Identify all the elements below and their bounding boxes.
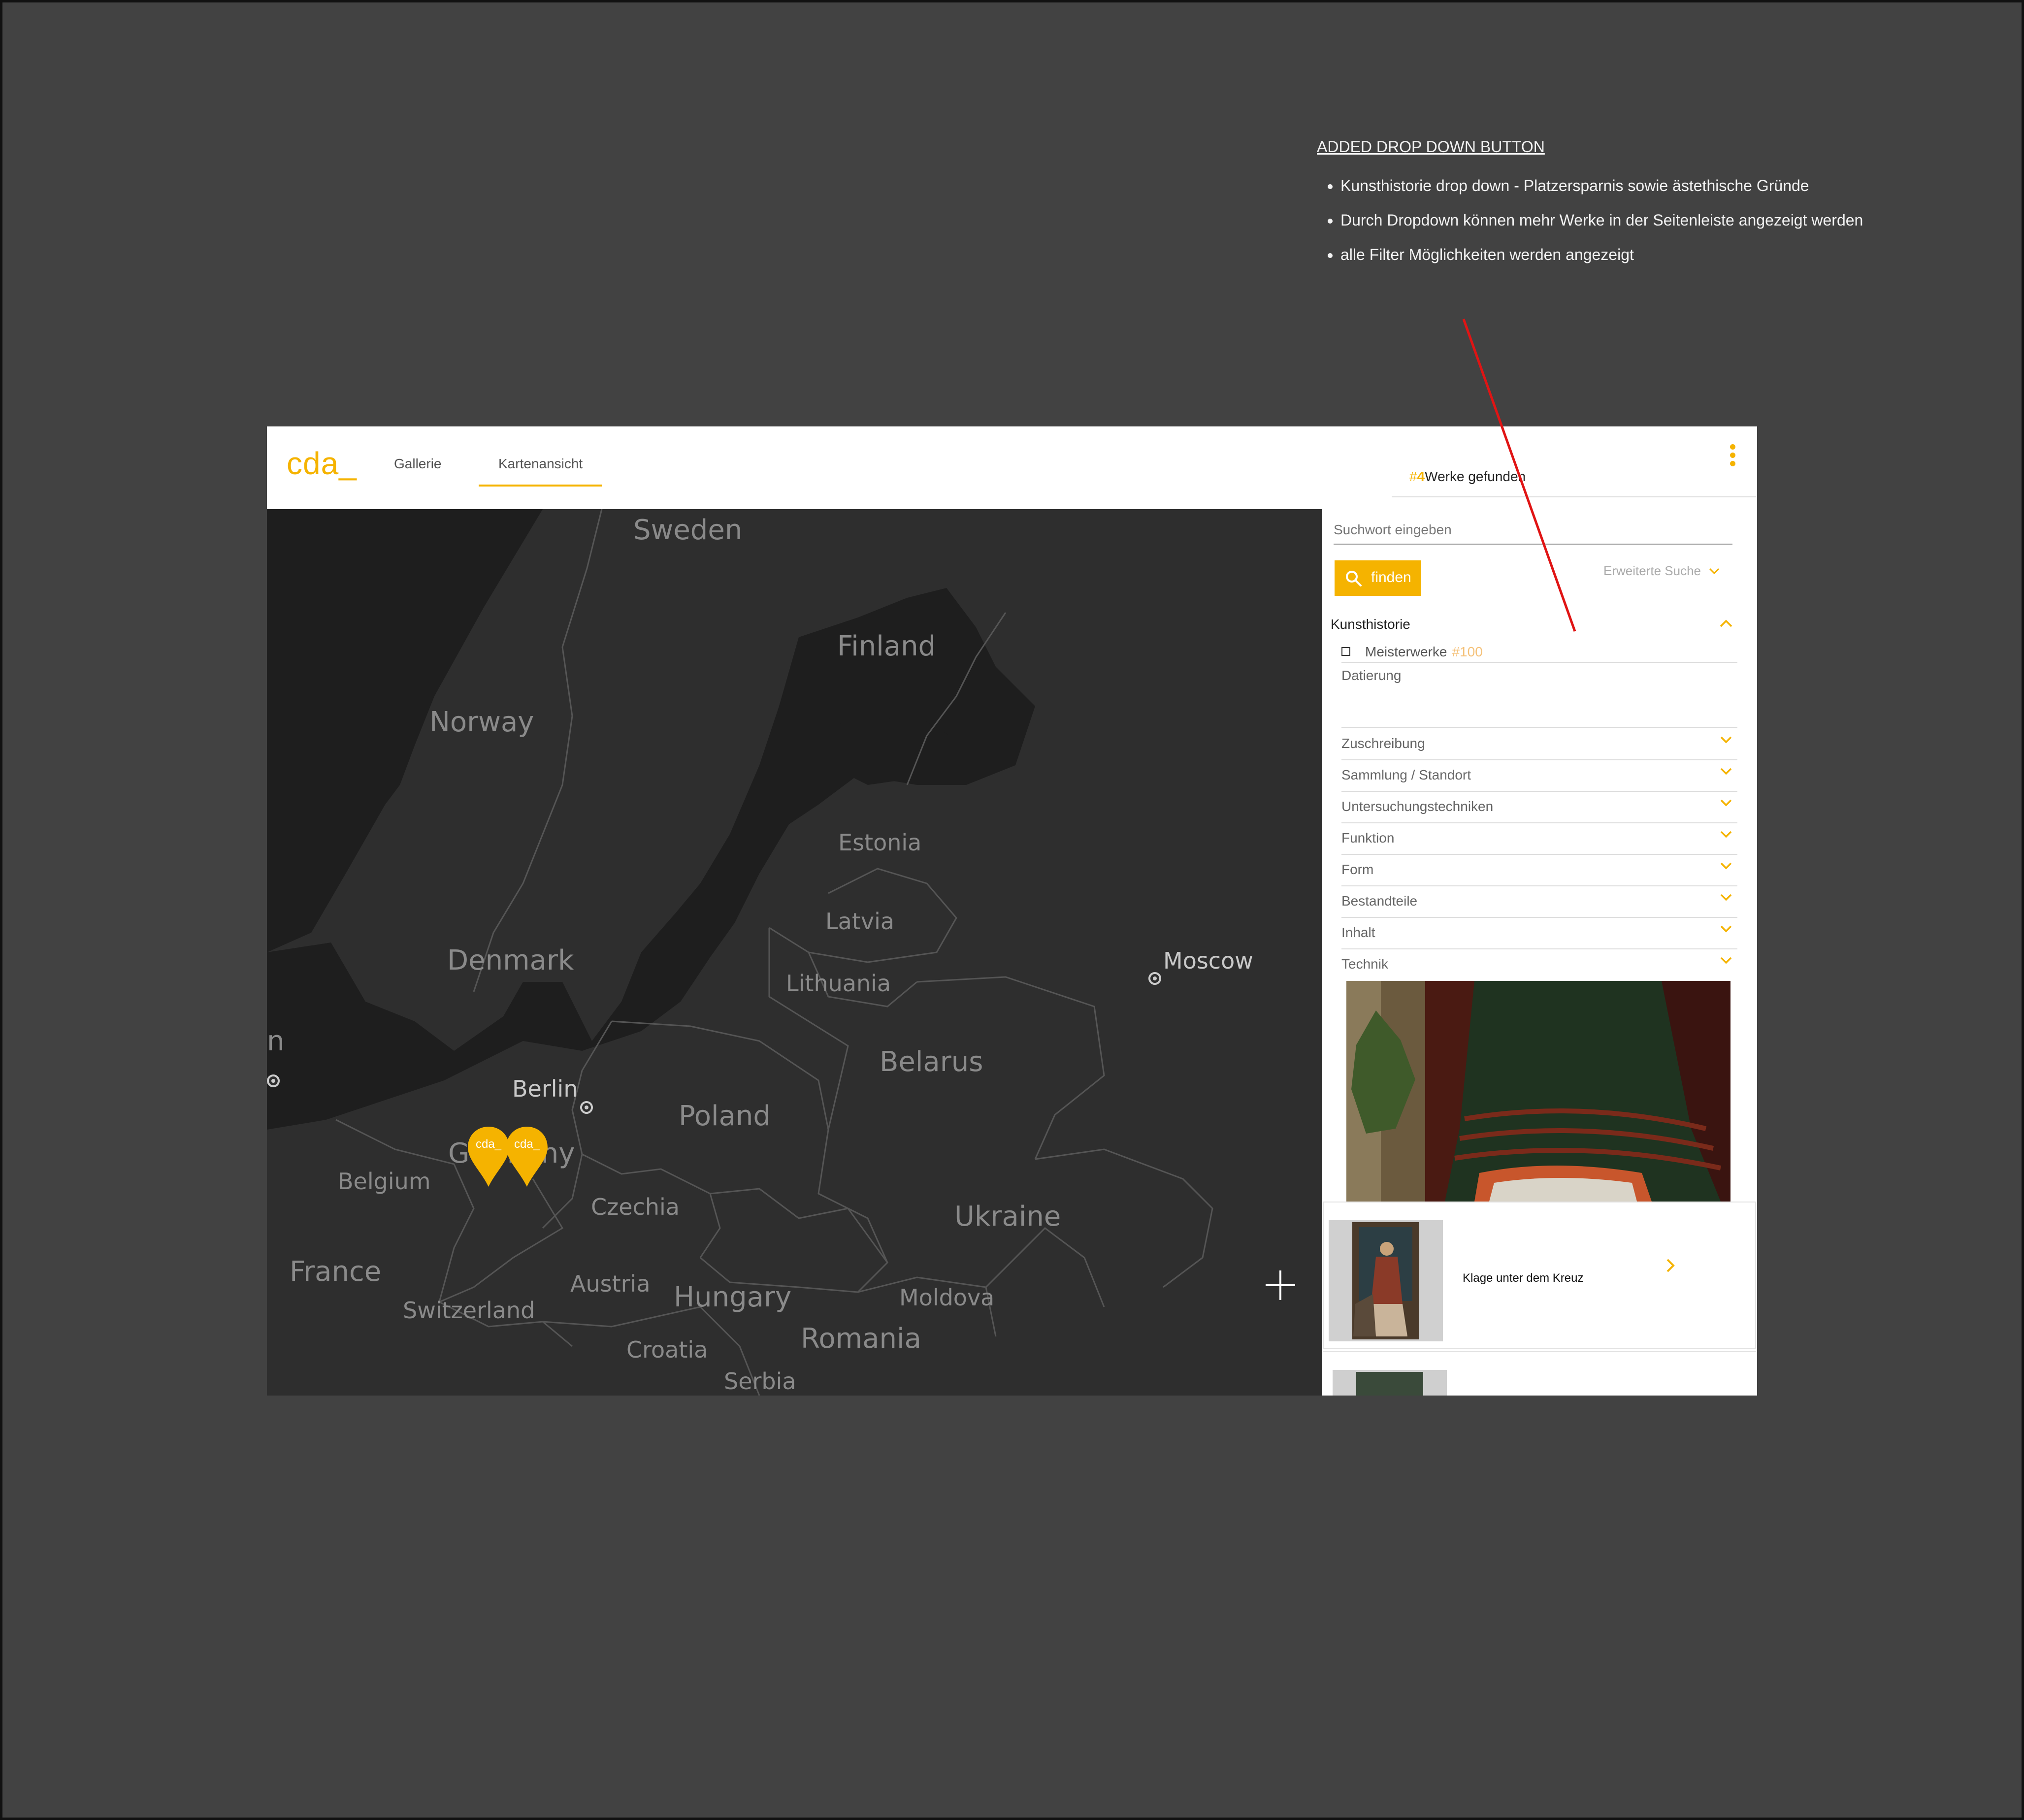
filter-zuschreibung[interactable]: Zuschreibung: [1341, 728, 1737, 760]
map-label-belarus: Belarus: [880, 1046, 983, 1078]
filter-label: Funktion: [1341, 830, 1395, 845]
filter-label: Sammlung / Standort: [1341, 767, 1471, 782]
meisterwerke-text: Meisterwerke: [1365, 644, 1447, 659]
chevron-down-icon: [1709, 568, 1720, 575]
map-label-czechia: Czechia: [591, 1194, 680, 1220]
result-card[interactable]: Klage unter dem Kreuz: [1323, 1202, 1756, 1349]
map-label-hungary: Hungary: [674, 1281, 792, 1313]
chevron-down-icon: [1720, 768, 1732, 775]
meisterwerke-checkbox[interactable]: [1341, 647, 1350, 656]
result-card[interactable]: [1323, 1351, 1756, 1396]
map-label-moscow: Moscow: [1163, 947, 1253, 974]
map-label-romania: Romania: [801, 1323, 921, 1355]
app-header: cda_ Gallerie Kartenansicht #4Werke gefu…: [267, 426, 1757, 509]
annotation-list: Kunsthistorie drop down - Platzersparnis…: [1317, 168, 1863, 272]
annotation-bullet: Durch Dropdown können mehr Werke in der …: [1340, 203, 1863, 237]
chevron-down-icon: [1720, 957, 1732, 964]
results-count: #4Werke gefunden: [1409, 469, 1526, 485]
chevron-down-icon: [1720, 799, 1732, 807]
filter-sammlung-standort[interactable]: Sammlung / Standort: [1341, 759, 1737, 792]
annotation-bullet: alle Filter Möglichkeiten werden angezei…: [1340, 237, 1863, 272]
active-tab-indicator: [479, 485, 602, 487]
results-divider: [1392, 496, 1756, 497]
map-label-ukraine: Ukraine: [954, 1201, 1061, 1233]
filter-label: Zuschreibung: [1341, 736, 1425, 751]
tab-gallerie[interactable]: Gallerie: [394, 456, 441, 472]
map-label-serbia: Serbia: [724, 1368, 796, 1395]
results-text: Werke gefunden: [1425, 469, 1526, 484]
logo[interactable]: cda_: [287, 445, 357, 482]
filter-label: Untersuchungstechniken: [1341, 799, 1494, 814]
featured-artwork-image[interactable]: [1346, 981, 1730, 1202]
result-thumbnail: [1329, 1220, 1443, 1341]
search-input[interactable]: [1334, 516, 1732, 545]
thumbnail-painting: [1333, 1370, 1447, 1396]
filter-bestandteile[interactable]: Bestandteile: [1341, 885, 1737, 918]
filter-form[interactable]: Form: [1341, 854, 1737, 886]
map-label-belgium: Belgium: [338, 1168, 431, 1195]
result-title: Klage unter dem Kreuz: [1463, 1271, 1584, 1285]
annotation-bullet: Kunsthistorie drop down - Platzersparnis…: [1340, 168, 1863, 203]
thumbnail-painting: [1329, 1220, 1443, 1341]
city-marker-berlin: [580, 1101, 593, 1114]
app-window: cda_ Gallerie Kartenansicht #4Werke gefu…: [267, 426, 1757, 1396]
map-label-berlin: Berlin: [512, 1075, 578, 1102]
map-label-denmark: Denmark: [447, 944, 574, 976]
annotation-title: ADDED DROP DOWN BUTTON: [1317, 138, 1545, 156]
chevron-down-icon: [1720, 894, 1732, 901]
map-pin-label: cda_: [514, 1138, 540, 1151]
map-pin-icon: [506, 1127, 548, 1187]
filter-label: Form: [1341, 862, 1374, 877]
search-icon: [1346, 571, 1362, 586]
find-button-label: finden: [1371, 569, 1411, 585]
extended-search-label: Erweiterte Suche: [1603, 563, 1701, 578]
sidebar: finden Erweiterte Suche Kunsthistorie Me…: [1322, 509, 1757, 1396]
map-label-poland: Poland: [679, 1100, 771, 1132]
map-label-lithuania: Lithuania: [786, 970, 891, 997]
map-label-austria: Austria: [570, 1270, 651, 1297]
filter-inhalt[interactable]: Inhalt: [1341, 917, 1737, 949]
filter-label: Bestandteile: [1341, 893, 1418, 909]
extended-search-toggle[interactable]: Erweiterte Suche: [1603, 563, 1720, 579]
artwork-painting: [1346, 981, 1730, 1202]
filter-technik[interactable]: Technik: [1341, 948, 1737, 980]
chevron-down-icon: [1720, 831, 1732, 838]
map-label-finland: Finland: [837, 630, 936, 662]
map-label-sweden: Sweden: [633, 514, 743, 546]
chevron-right-icon[interactable]: [1665, 1257, 1676, 1274]
kebab-menu-icon[interactable]: [1728, 444, 1737, 469]
map-label-latvia: Latvia: [825, 908, 895, 935]
map-label-estonia: Estonia: [838, 829, 922, 856]
filter-label: Technik: [1341, 956, 1388, 972]
map-label-switzerland: Switzerland: [403, 1297, 535, 1324]
result-thumbnail: [1333, 1370, 1447, 1396]
map-label-norway: Norway: [429, 706, 534, 738]
map-pin[interactable]: cda_: [504, 1125, 550, 1189]
filter-funktion[interactable]: Funktion: [1341, 822, 1737, 855]
chevron-down-icon: [1720, 862, 1732, 870]
meisterwerke-count: #100: [1452, 644, 1483, 659]
meisterwerke-filter: Meisterwerke #100: [1341, 642, 1737, 663]
map-label-croatia: Croatia: [626, 1336, 708, 1363]
results-hash: #: [1409, 469, 1417, 484]
zoom-in-plus-icon[interactable]: [1266, 1270, 1295, 1300]
results-number: 4: [1417, 469, 1425, 484]
chevron-up-icon[interactable]: [1719, 618, 1733, 628]
find-button[interactable]: finden: [1335, 560, 1421, 596]
meisterwerke-label: Meisterwerke #100: [1365, 644, 1483, 660]
map-label-moldova: Moldova: [899, 1284, 995, 1311]
city-marker-edge: [267, 1074, 280, 1087]
city-marker-moscow: [1148, 972, 1161, 985]
tab-kartenansicht[interactable]: Kartenansicht: [498, 456, 583, 472]
datierung-label[interactable]: Datierung: [1341, 668, 1401, 683]
map-label-edge: n: [267, 1025, 285, 1057]
chevron-down-icon: [1720, 736, 1732, 744]
filter-label: Inhalt: [1341, 925, 1375, 940]
section-title-kunsthistorie[interactable]: Kunsthistorie: [1331, 617, 1410, 632]
map-label-france: France: [290, 1256, 382, 1288]
filter-untersuchungstechniken[interactable]: Untersuchungstechniken: [1341, 791, 1737, 823]
map-view[interactable]: Sweden Finland Norway Estonia Latvia Lit…: [267, 509, 1322, 1396]
chevron-down-icon: [1720, 925, 1732, 933]
